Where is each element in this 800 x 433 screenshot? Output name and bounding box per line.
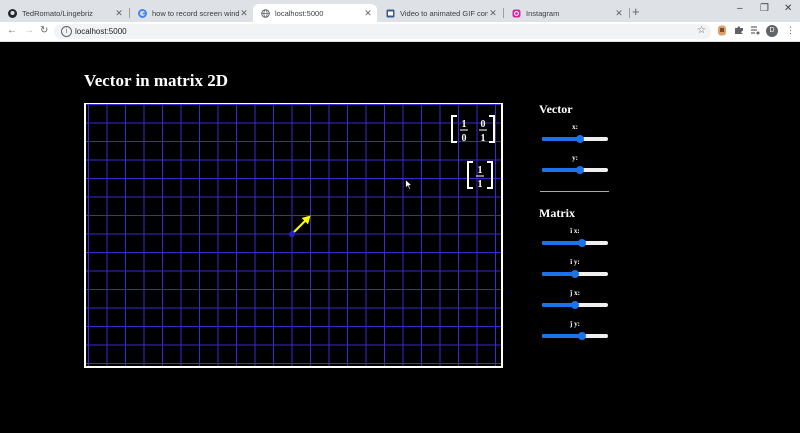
tab-title: localhost:5000 [275,8,324,18]
matrix-entry-bottom: 1 [481,133,486,144]
close-tab-icon[interactable]: ✕ [488,8,498,19]
matrix-heading: Matrix [539,206,575,220]
url-text[interactable]: localhost:5000 [75,26,127,37]
tab-google-search[interactable]: how to record screen windows 10 ✕ [130,4,253,22]
divider [540,191,609,192]
slider-label: ĵ y: [570,320,580,328]
matrix-entry-bottom: 0 [462,133,467,144]
slider-fill [542,168,581,172]
globe-icon [261,8,270,18]
slider-fill [542,241,582,245]
range-slider[interactable] [542,236,608,250]
tab-title: how to record screen windows 10 [152,8,239,18]
slider-fill [542,334,582,338]
slider-label: î x: [570,227,580,235]
kebab-menu-icon[interactable]: ⋮ [786,25,795,36]
matrix-entry-top: 1 [462,119,467,130]
profile-avatar[interactable]: D [766,25,778,37]
tab-gif-converter[interactable]: Video to animated GIF converter ✕ [378,4,502,22]
maximize-button[interactable]: ❐ [760,3,769,14]
back-arrow-icon[interactable]: ← [7,25,17,37]
origin-point [289,231,295,237]
site-info-icon[interactable]: i [61,26,72,37]
control-panel: Vector x: y: Matrix î x: î y: ĵ x: ĵ y: [539,102,611,351]
gif-site-icon [386,9,395,18]
close-tab-icon[interactable]: ✕ [614,8,624,19]
slider-label: y: [572,154,578,162]
range-slider[interactable] [542,267,608,281]
slider-label: x: [572,123,578,131]
address-bar[interactable]: i localhost:5000 ☆ [54,24,711,39]
vector-canvas[interactable]: 1 0 0 1 1 1 [84,103,503,368]
slider-thumb[interactable] [576,166,585,174]
range-slider[interactable] [542,132,608,146]
github-icon [8,8,17,18]
bookmark-star-icon[interactable]: ☆ [697,25,706,36]
matrix-entry-top: 1 [478,165,483,176]
slider-label: î y: [570,258,580,266]
mouse-cursor-icon [405,179,413,190]
close-tab-icon[interactable]: ✕ [239,8,249,19]
slider-thumb[interactable] [577,239,586,247]
slider-fill [542,137,581,141]
tab-title: Instagram [526,8,560,18]
puzzle-icon[interactable] [734,25,744,37]
slider-thumb[interactable] [571,301,579,309]
vector-heading: Vector [539,102,573,116]
tab-localhost[interactable]: localhost:5000 ✕ [253,4,377,22]
media-icon[interactable] [750,25,760,37]
minimize-button[interactable]: – [737,3,743,14]
slider-thumb[interactable] [571,270,579,278]
matrix-entry-top: 0 [481,119,486,130]
browser-toolbar: ← → ↻ i localhost:5000 ☆ ⋮ [0,22,800,42]
tab-title: TedRomato/Lingebriz [22,8,93,18]
vector-sliders: x: y: [539,123,611,185]
range-slider[interactable] [542,298,608,312]
reload-icon[interactable]: ↻ [40,25,48,37]
matrix-sliders: î x: î y: ĵ x: ĵ y: [539,227,611,351]
tab-instagram[interactable]: Instagram ✕ [504,4,628,22]
slider-thumb[interactable] [576,135,585,143]
close-window-button[interactable]: ✕ [784,3,792,14]
close-tab-icon[interactable]: ✕ [114,8,124,19]
new-tab-button[interactable]: + [632,5,640,19]
matrix-entry-bottom: 1 [478,179,483,190]
tab-title: Video to animated GIF converter [400,8,488,18]
close-tab-icon[interactable]: ✕ [363,8,373,19]
tab-github[interactable]: TedRomato/Lingebriz ✕ [0,4,128,22]
range-slider[interactable] [542,329,608,343]
tab-strip: TedRomato/Lingebriz ✕ how to record scre… [0,0,800,22]
extension-icon[interactable] [717,25,727,38]
page-title: Vector in matrix 2D [84,71,229,90]
google-icon [138,8,147,18]
slider-label: ĵ x: [570,289,580,297]
grid-svg: 1 0 0 1 1 1 [84,103,503,368]
slider-thumb[interactable] [577,332,586,340]
instagram-icon [512,9,521,18]
forward-arrow-icon[interactable]: → [24,25,34,37]
range-slider[interactable] [542,163,608,177]
